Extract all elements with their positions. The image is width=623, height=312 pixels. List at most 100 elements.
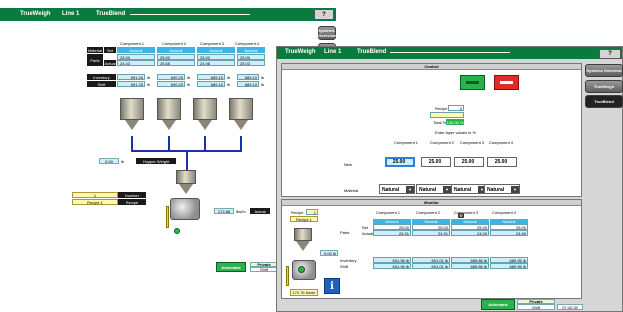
- back-systems-overview-button[interactable]: Systems Overview: [318, 26, 336, 40]
- back-shift-unit-2: lb: [187, 82, 191, 87]
- control-recipe-value[interactable]: 0: [448, 105, 464, 111]
- control-new-input-3[interactable]: 25.00: [454, 157, 484, 167]
- control-material-select-4[interactable]: Natural ▼: [484, 184, 520, 194]
- back-inventory-2: 690.29: [157, 74, 185, 80]
- control-material-value-1: Natural: [382, 187, 400, 193]
- control-total-label: Total %: [433, 120, 447, 125]
- back-inventory-unit-1: lb: [147, 75, 151, 80]
- control-col-header-1: Component 1: [394, 140, 419, 145]
- monitor-shift-2: 691.01 lb: [412, 263, 450, 269]
- control-material-value-3: Natural: [454, 187, 472, 193]
- front-trueblend-button[interactable]: TrueBlend: [585, 95, 623, 108]
- back-automatic-button[interactable]: Automatic: [216, 262, 246, 272]
- back-col-header-3: Component 3: [200, 41, 225, 46]
- control-new-input-1[interactable]: 25.00: [385, 157, 415, 167]
- back-title-bar: TrueWeigh Line 1 TrueBlend ?: [0, 8, 336, 21]
- front-app-title: TrueWeigh: [285, 49, 316, 55]
- back-recipe-name-value: Recipe 1: [72, 199, 118, 205]
- back-col-header-1: Component 1: [120, 41, 145, 46]
- control-recipe-name[interactable]: [430, 112, 464, 118]
- front-help-button[interactable]: ?: [599, 49, 621, 59]
- monitor-throughput-value: 170.76 lbs/hr: [290, 289, 318, 296]
- back-throughput-label: Actual: [250, 208, 270, 214]
- chevron-down-icon: ▼: [443, 186, 451, 193]
- front-module-label: TrueBlend: [357, 49, 387, 55]
- monitor-col-header-1: Component 1: [376, 210, 401, 215]
- back-shift-footer-label: Shift: [250, 267, 278, 272]
- back-shift-1: 691.25: [117, 81, 145, 87]
- monitor-parts-label: Parts: [340, 230, 350, 235]
- monitor-hopper-image: [294, 228, 312, 241]
- control-material-label: Material: [344, 188, 359, 193]
- monitor-actual-label: Actual: [362, 231, 374, 236]
- back-mixer: [170, 198, 200, 220]
- control-material-select-1[interactable]: Natural ▼: [379, 184, 415, 194]
- back-material-label: Material: [87, 47, 103, 53]
- back-inventory-unit-4: lb: [261, 75, 265, 80]
- monitor-hopper-value: 0.00 lb: [320, 250, 338, 256]
- front-automatic-button[interactable]: Automatic: [481, 299, 515, 310]
- control-hint: Enter layer values in %: [435, 130, 476, 135]
- gear-icon[interactable]: ⚙: [458, 213, 464, 218]
- back-recipe-name-label: Recipe: [118, 199, 146, 205]
- back-inventory-unit-2: lb: [187, 75, 191, 80]
- control-col-header-3: Component 3: [460, 140, 485, 145]
- back-hopper-3: [193, 98, 217, 136]
- back-col-header-2: Component 2: [162, 41, 187, 46]
- back-hopper-4: [229, 98, 253, 136]
- back-shift-2: 690.29: [157, 81, 185, 87]
- control-panel: Control Recipe 0 Total % 100.00 % Enter …: [281, 63, 582, 197]
- back-shift-unit-3: lb: [227, 82, 231, 87]
- back-pipe-drop-2: [168, 136, 170, 151]
- back-hopper-2: [157, 98, 181, 136]
- chevron-down-icon: ▼: [406, 186, 414, 193]
- back-actual-3: 24.98: [197, 60, 235, 66]
- back-actual-1: 24.43: [117, 60, 155, 66]
- back-actual-4: 25.03: [237, 60, 265, 66]
- back-throughput-unit: lbs/hr: [236, 209, 246, 214]
- back-line-label: Line 1: [62, 11, 80, 17]
- control-new-input-2[interactable]: 25.00: [421, 157, 451, 167]
- control-material-value-4: Natural: [487, 187, 505, 193]
- back-pipe-feed: [186, 150, 188, 170]
- monitor-throughput-indicator: [286, 266, 289, 286]
- back-material-2: Natural: [157, 47, 195, 53]
- back-hopper-weight-label: Hopper Weight: [136, 158, 176, 164]
- back-inventory-unit-3: lb: [227, 75, 231, 80]
- back-inventory-1: 691.26: [117, 74, 145, 80]
- front-clock: 07:42:39: [557, 304, 583, 310]
- back-weigh-hopper-tip: [179, 184, 193, 194]
- back-shift-label: Shift: [87, 81, 116, 87]
- front-systems-overview-button[interactable]: Systems Overview: [585, 64, 623, 77]
- back-actual-label: Actual: [104, 60, 116, 66]
- control-recipe-label: Recipe: [435, 106, 448, 111]
- control-material-select-2[interactable]: Natural ▼: [416, 184, 452, 194]
- control-title: Control: [282, 64, 581, 70]
- back-actual-2: 25.65: [157, 60, 195, 66]
- back-material-1: Natural: [117, 47, 155, 53]
- control-new-input-4[interactable]: 25.00: [487, 157, 517, 167]
- front-title-bar: TrueWeigh Line 1 TrueBlend ?: [277, 47, 622, 59]
- stop-button-inner: [500, 81, 513, 84]
- front-trueweigh-button[interactable]: TrueWeigh: [585, 80, 623, 93]
- front-line-label: Line 1: [324, 49, 342, 55]
- back-shift-3: 689.10: [197, 81, 225, 87]
- back-shift-unit-4: lb: [261, 82, 265, 87]
- monitor-shift-3: 689.86 lb: [451, 263, 489, 269]
- monitor-col-header-2: Component 2: [416, 210, 441, 215]
- back-inventory-label: Inventory: [87, 74, 116, 80]
- control-col-header-2: Component 2: [430, 140, 455, 145]
- control-material-value-2: Natural: [419, 187, 437, 193]
- monitor-inventory-label: Inventory: [340, 258, 357, 263]
- monitor-col-header-4: Component 4: [492, 210, 517, 215]
- control-material-select-3[interactable]: Natural ▼: [451, 184, 487, 194]
- monitor-shift-4: 689.95 lb: [490, 263, 528, 269]
- control-total-value: 100.00 %: [446, 119, 464, 125]
- monitor-actual-3: 24.09: [451, 230, 489, 236]
- monitor-actual-1: 26.31: [373, 230, 411, 236]
- back-throughput-indicator: [166, 206, 169, 228]
- front-shift-footer-label: Shift: [517, 304, 555, 310]
- info-icon[interactable]: i: [324, 278, 340, 294]
- back-hopper-1: [120, 98, 144, 136]
- back-help-button[interactable]: ?: [314, 9, 334, 20]
